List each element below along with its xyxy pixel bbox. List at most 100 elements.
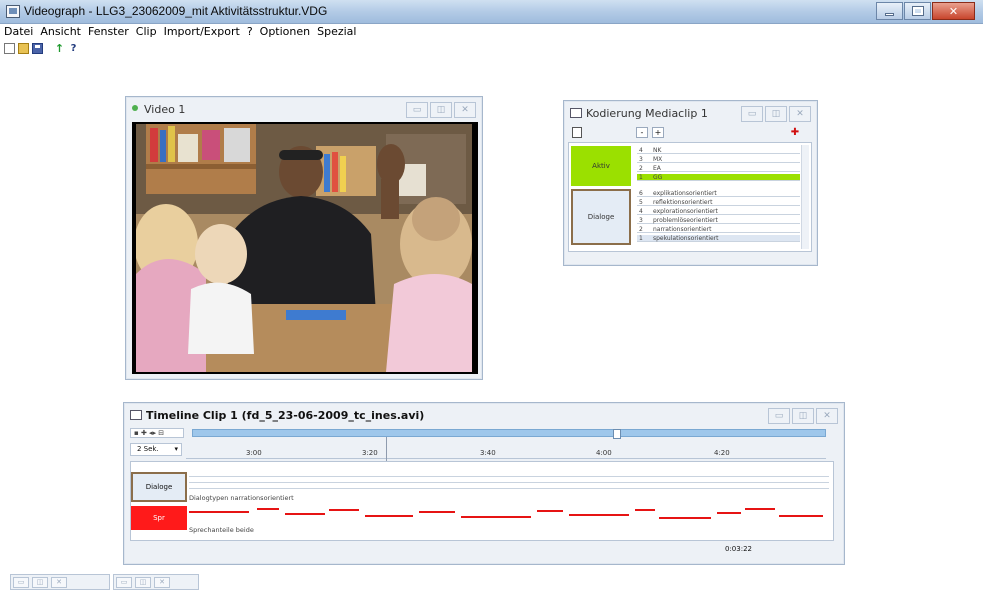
- track-label-dialoge[interactable]: Dialoge: [131, 472, 187, 502]
- code-label: NK: [653, 147, 662, 154]
- menu-datei[interactable]: Datei: [4, 24, 33, 40]
- minimized-window-1[interactable]: ▭ ◫ ✕: [10, 574, 110, 590]
- close-icon: ✕: [154, 576, 170, 588]
- video-scene-svg: [136, 124, 472, 372]
- code-num: 2: [639, 226, 643, 233]
- new-icon[interactable]: [4, 42, 15, 54]
- coding-window-icon: [570, 108, 582, 118]
- category-aktiv[interactable]: Aktiv: [571, 146, 631, 186]
- minimize-icon: [885, 12, 894, 16]
- close-button[interactable]: ✕: [932, 2, 975, 20]
- minimize-button[interactable]: [876, 2, 903, 20]
- code-label: narrationsorientiert: [653, 226, 712, 233]
- edit-icon[interactable]: [572, 127, 582, 138]
- menu-fenster[interactable]: Fenster: [88, 24, 129, 40]
- minus-icon: -: [640, 128, 644, 137]
- timeline-window-titlebar[interactable]: Timeline Clip 1 (fd_5_23-06-2009_tc_ines…: [124, 403, 844, 427]
- record-icon[interactable]: ✚: [789, 127, 801, 138]
- timeline-window-icon: [130, 410, 142, 420]
- code-num: 4: [639, 208, 643, 215]
- menu-optionen[interactable]: Optionen: [260, 24, 310, 40]
- code-row-selected[interactable]: 1 spekulationsorientiert: [637, 235, 800, 242]
- code-row-active[interactable]: 1 GG: [637, 174, 800, 181]
- close-icon: ✕: [948, 4, 959, 18]
- coding-window: Kodierung Mediaclip 1 ▭ ◫ ✕ - + ✚ Aktiv …: [563, 100, 818, 266]
- code-label: explorationsorientiert: [653, 208, 718, 215]
- save-icon[interactable]: [32, 42, 43, 54]
- open-icon[interactable]: [18, 42, 29, 54]
- code-row[interactable]: 2 EA: [637, 165, 800, 172]
- timeline-zoom-buttons[interactable]: ▪ ✚ ◂▸ ⊟: [130, 428, 184, 438]
- menu-ansicht[interactable]: Ansicht: [40, 24, 81, 40]
- timeline-close-button[interactable]: ✕: [816, 408, 838, 424]
- expand-button[interactable]: +: [652, 127, 664, 138]
- timeline-window-title: Timeline Clip 1 (fd_5_23-06-2009_tc_ines…: [146, 409, 425, 422]
- video-player[interactable]: [132, 122, 478, 374]
- time-label: 4:20: [714, 449, 730, 457]
- code-num: 4: [639, 147, 643, 154]
- coding-area: Aktiv 4 NK 3 MX 2 EA 1 GG Dialoge 6 explikati…: [568, 142, 812, 252]
- video-minimize-button[interactable]: ▭: [406, 102, 428, 118]
- track-label-spr[interactable]: Spr: [131, 506, 187, 530]
- video-window-title: Video 1: [144, 103, 186, 116]
- code-row[interactable]: 4 NK: [637, 147, 800, 154]
- upload-icon[interactable]: ↑: [54, 43, 65, 54]
- video-window-controls: ▭ ◫ ✕: [404, 102, 476, 118]
- time-label: 3:40: [480, 449, 496, 457]
- track-caption: Sprechanteile beide: [189, 526, 254, 534]
- video-window-titlebar[interactable]: Video 1 ▭ ◫ ✕: [126, 97, 482, 121]
- code-num: 2: [639, 165, 643, 172]
- code-row[interactable]: 4 explorationsorientiert: [637, 208, 800, 215]
- coding-window-controls: ▭ ◫ ✕: [739, 106, 811, 122]
- timeline-window-controls: ▭ ◫ ✕: [766, 408, 838, 424]
- menu-clip[interactable]: Clip: [136, 24, 157, 40]
- video-frame-image: [136, 124, 472, 372]
- code-row[interactable]: 5 reflektionsorientiert: [637, 199, 800, 206]
- coding-minimize-button[interactable]: ▭: [741, 106, 763, 122]
- timeline-scrollbar[interactable]: [192, 429, 826, 439]
- menu-help[interactable]: ?: [247, 24, 253, 40]
- timeline-minimize-button[interactable]: ▭: [768, 408, 790, 424]
- timeline-controls: ▪ ✚ ◂▸ ⊟: [130, 427, 838, 439]
- video-close-button[interactable]: ✕: [454, 102, 476, 118]
- toolbar: ↑ ?: [4, 41, 82, 55]
- code-num: 5: [639, 199, 643, 206]
- video-maximize-button[interactable]: ◫: [430, 102, 452, 118]
- chevron-down-icon: ▾: [174, 445, 178, 453]
- code-label: explikationsorientiert: [653, 190, 717, 197]
- app-icon: [6, 5, 20, 18]
- collapse-button[interactable]: -: [636, 127, 648, 138]
- speech-segments: [189, 508, 823, 519]
- menu-import-export[interactable]: Import/Export: [164, 24, 240, 40]
- code-row[interactable]: 2 narrationsorientiert: [637, 226, 800, 233]
- window-controls: ✕: [875, 2, 975, 20]
- code-label: GG: [653, 174, 663, 181]
- timeline-zoom-select[interactable]: 2 Sek. ▾: [130, 443, 182, 456]
- minimized-window-2[interactable]: ▭ ◫ ✕: [113, 574, 199, 590]
- coding-maximize-button[interactable]: ◫: [765, 106, 787, 122]
- coding-close-button[interactable]: ✕: [789, 106, 811, 122]
- maximize-icon: ◫: [32, 576, 48, 588]
- code-row[interactable]: 3 problemlöseorientiert: [637, 217, 800, 224]
- code-row[interactable]: 3 MX: [637, 156, 800, 163]
- coding-window-title: Kodierung Mediaclip 1: [586, 107, 708, 120]
- code-num: 1: [639, 174, 643, 181]
- menu-spezial[interactable]: Spezial: [317, 24, 356, 40]
- time-label: 4:00: [596, 449, 612, 457]
- track-line: [189, 488, 829, 489]
- timeline-ruler: 3:00 3:20 3:40 4:00 4:20: [186, 441, 826, 459]
- timeline-maximize-button[interactable]: ◫: [792, 408, 814, 424]
- restore-icon: ▭: [13, 576, 29, 588]
- video-window-icon: [132, 105, 138, 111]
- timeline-window: Timeline Clip 1 (fd_5_23-06-2009_tc_ines…: [123, 402, 845, 565]
- coding-scrollbar[interactable]: [801, 145, 809, 249]
- help-icon[interactable]: ?: [68, 43, 79, 54]
- code-num: 3: [639, 217, 643, 224]
- category-dialoge[interactable]: Dialoge: [571, 189, 631, 245]
- maximize-button[interactable]: [904, 2, 931, 20]
- code-label: EA: [653, 165, 661, 172]
- coding-window-titlebar[interactable]: Kodierung Mediaclip 1 ▭ ◫ ✕: [564, 101, 817, 125]
- code-row[interactable]: 6 explikationsorientiert: [637, 190, 800, 197]
- maximize-icon: [911, 6, 924, 16]
- close-icon: ✕: [51, 576, 67, 588]
